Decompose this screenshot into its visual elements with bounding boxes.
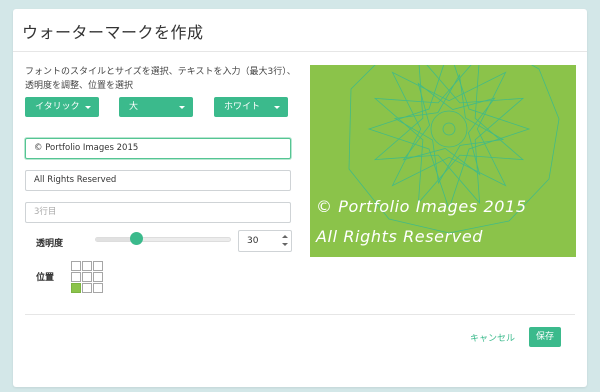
font-color-dropdown[interactable]: ホワイト	[214, 97, 288, 117]
font-size-dropdown[interactable]: 大	[119, 97, 193, 117]
instructions-text: フォントのスタイルとサイズを選択、テキストを入力（最大3行）、透明度を調整、位置…	[25, 67, 296, 91]
font-size-label: 大	[129, 102, 139, 112]
position-middle-right[interactable]	[93, 272, 103, 282]
cancel-button[interactable]: キャンセル	[470, 331, 515, 344]
save-button[interactable]: 保存	[529, 327, 561, 347]
footer-divider	[25, 314, 575, 315]
opacity-value: 30	[247, 236, 259, 246]
position-grid	[71, 261, 104, 294]
position-label: 位置	[36, 273, 55, 283]
position-top-left[interactable]	[71, 261, 81, 271]
position-top-center[interactable]	[82, 261, 92, 271]
chevron-down-icon	[85, 106, 91, 109]
chevron-down-icon	[179, 106, 185, 109]
preview-watermark-line1: © Portfolio Images 2015	[316, 197, 527, 216]
position-top-right[interactable]	[93, 261, 103, 271]
position-bottom-left[interactable]	[71, 283, 81, 293]
font-style-label: イタリック	[35, 102, 80, 112]
opacity-slider-track[interactable]	[95, 237, 231, 242]
dialog-title: ウォーターマークを作成	[22, 23, 204, 42]
dialog-header: ウォーターマークを作成	[13, 9, 587, 52]
watermark-line3-input[interactable]: 3行目	[25, 202, 291, 223]
chevron-down-icon	[274, 106, 280, 109]
watermark-dialog: ウォーターマークを作成 フォントのスタイルとサイズを選択、テキストを入力（最大3…	[13, 9, 587, 387]
opacity-number-input[interactable]: 30	[238, 230, 292, 252]
opacity-label: 透明度	[36, 239, 64, 249]
opacity-slider-fill	[96, 238, 134, 241]
position-bottom-center[interactable]	[82, 283, 92, 293]
watermark-line1-input[interactable]: © Portfolio Images 2015	[25, 138, 291, 159]
position-bottom-right[interactable]	[93, 283, 103, 293]
font-color-label: ホワイト	[224, 102, 261, 112]
spinner-arrows-icon[interactable]	[282, 235, 288, 248]
position-middle-center[interactable]	[82, 272, 92, 282]
font-style-dropdown[interactable]: イタリック	[25, 97, 99, 117]
position-middle-left[interactable]	[71, 272, 81, 282]
watermark-preview: © Portfolio Images 2015 All Rights Reser…	[310, 65, 576, 257]
watermark-line2-input[interactable]: All Rights Reserved	[25, 170, 291, 191]
preview-watermark-line2: All Rights Reserved	[316, 227, 484, 246]
opacity-slider-thumb[interactable]	[130, 232, 143, 245]
